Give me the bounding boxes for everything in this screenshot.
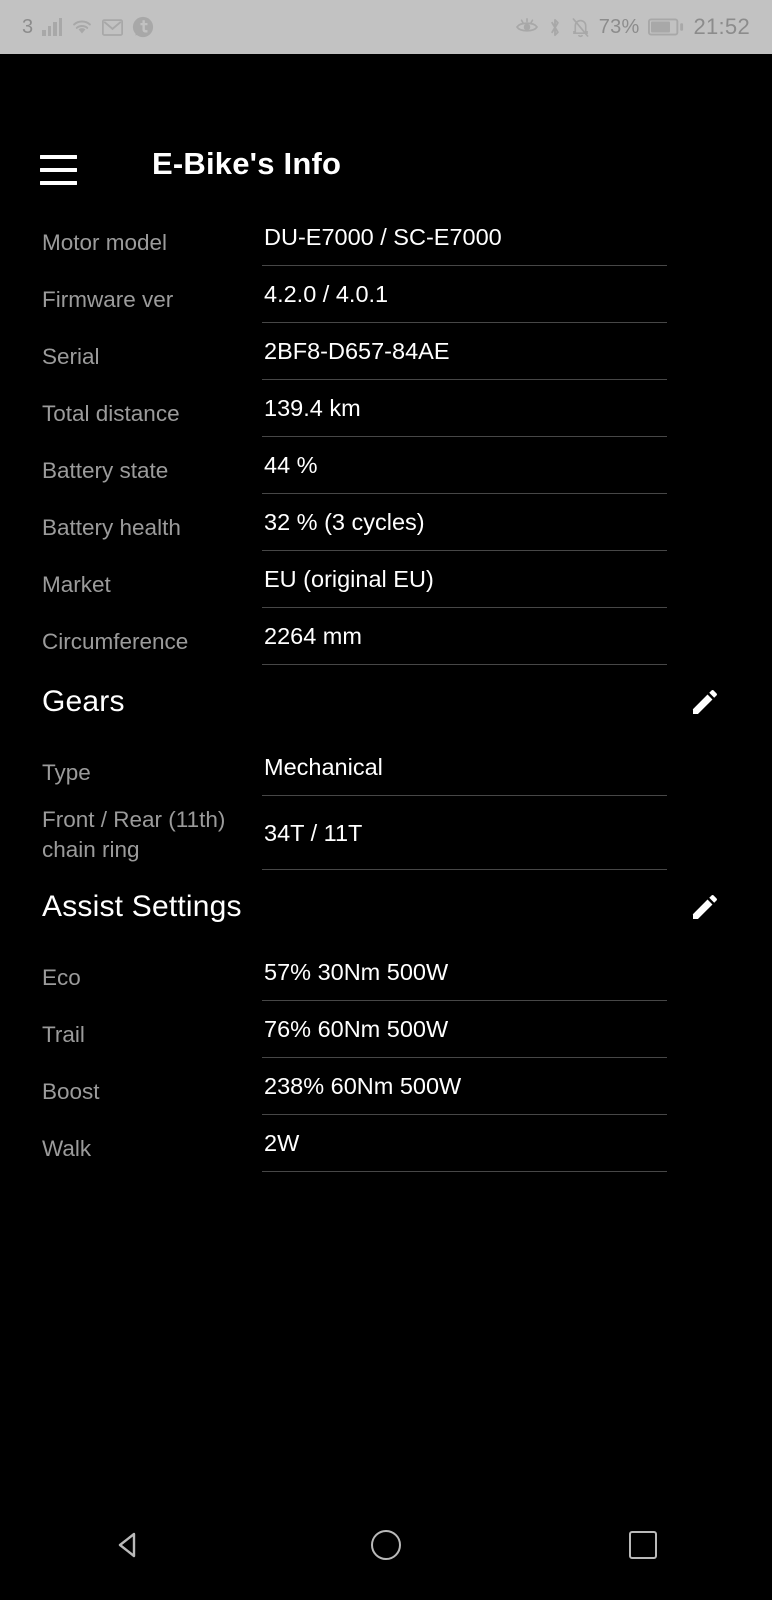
row-value-cell: DU-E7000 / SC-E7000: [262, 209, 667, 266]
row-label: Serial: [42, 344, 100, 369]
table-row: Battery state 44 %: [0, 437, 772, 494]
row-value-cell: 238% 60Nm 500W: [262, 1058, 667, 1115]
row-label: Trail: [42, 1022, 85, 1047]
row-value-cell: 44 %: [262, 437, 667, 494]
status-bar-left: 3: [22, 16, 154, 39]
row-value: EU (original EU): [264, 566, 434, 592]
row-label: Firmware ver: [42, 287, 174, 312]
pencil-edit-icon[interactable]: [688, 685, 722, 719]
section-header-gears: Gears: [0, 665, 772, 739]
home-nav-icon[interactable]: [341, 1500, 431, 1590]
section-title: Assist Settings: [42, 890, 242, 923]
row-value-cell: 57% 30Nm 500W: [262, 944, 667, 1001]
table-row: Eco 57% 30Nm 500W: [0, 944, 772, 1001]
gmail-icon: [102, 18, 124, 36]
row-value: 32 % (3 cycles): [264, 509, 425, 535]
table-row: Firmware ver 4.2.0 / 4.0.1: [0, 266, 772, 323]
row-value-cell: EU (original EU): [262, 551, 667, 608]
android-navigation-bar: [0, 1490, 772, 1600]
table-row: Walk 2W: [0, 1115, 772, 1172]
table-row: Front / Rear (11th) chain ring 34T / 11T: [0, 796, 772, 870]
row-value-cell: Mechanical: [262, 739, 667, 796]
table-row: Market EU (original EU): [0, 551, 772, 608]
back-nav-icon[interactable]: [84, 1500, 174, 1590]
section-title: Gears: [42, 685, 125, 718]
notifications-muted-icon: [571, 17, 590, 38]
recents-nav-icon[interactable]: [598, 1500, 688, 1590]
table-row: Total distance 139.4 km: [0, 380, 772, 437]
row-value: 4.2.0 / 4.0.1: [264, 281, 389, 307]
table-row: Battery health 32 % (3 cycles): [0, 494, 772, 551]
row-value: DU-E7000 / SC-E7000: [264, 224, 502, 250]
row-label: Circumference: [42, 629, 189, 654]
row-value-cell: 2264 mm: [262, 608, 667, 665]
clock: 21:52: [693, 14, 750, 39]
bluetooth-icon: [548, 17, 562, 38]
row-value: 139.4 km: [264, 395, 361, 421]
row-value-cell: 4.2.0 / 4.0.1: [262, 266, 667, 323]
row-label: Motor model: [42, 230, 168, 255]
row-value: 34T / 11T: [264, 819, 363, 846]
battery-icon: [648, 18, 684, 36]
row-label: Total distance: [42, 401, 180, 426]
phone-screen: 3 73% 21:52 E-Bike's Info Motor model DU…: [0, 0, 772, 1600]
row-label: Eco: [42, 965, 81, 990]
status-bar: 3 73% 21:52: [0, 0, 772, 54]
eye-comfort-icon: [515, 17, 539, 37]
table-row: Boost 238% 60Nm 500W: [0, 1058, 772, 1115]
row-label: Battery state: [42, 458, 169, 483]
info-content: Motor model DU-E7000 / SC-E7000 Firmware…: [0, 209, 772, 1172]
row-value-cell: 2W: [262, 1115, 667, 1172]
table-row: Motor model DU-E7000 / SC-E7000: [0, 209, 772, 266]
app-bar: E-Bike's Info: [0, 54, 772, 185]
row-value: 57% 30Nm 500W: [264, 959, 449, 985]
row-value: 2264 mm: [264, 623, 362, 649]
table-row: Serial 2BF8-D657-84AE: [0, 323, 772, 380]
row-value: 76% 60Nm 500W: [264, 1016, 449, 1042]
row-value: Mechanical: [264, 754, 383, 780]
row-label: Walk: [42, 1136, 92, 1161]
tumblr-icon: [132, 16, 154, 38]
status-bar-right: 73% 21:52: [515, 14, 750, 40]
row-value-cell: 139.4 km: [262, 380, 667, 437]
row-label: Type: [42, 760, 91, 785]
hamburger-menu-icon[interactable]: [40, 155, 77, 185]
row-label: Boost: [42, 1079, 100, 1104]
sim-indicator: 3: [22, 15, 34, 38]
row-value-cell: 34T / 11T: [262, 796, 667, 870]
row-value-cell: 2BF8-D657-84AE: [262, 323, 667, 380]
row-value: 2W: [264, 1130, 300, 1156]
wifi-icon: [71, 18, 93, 36]
row-label: Front / Rear (11th) chain ring: [42, 807, 226, 862]
section-header-assist-settings: Assist Settings: [0, 870, 772, 944]
row-value-cell: 32 % (3 cycles): [262, 494, 667, 551]
row-value: 44 %: [264, 452, 318, 478]
row-label: Market: [42, 572, 111, 597]
table-row: Circumference 2264 mm: [0, 608, 772, 665]
row-value: 2BF8-D657-84AE: [264, 338, 450, 364]
table-row: Type Mechanical: [0, 739, 772, 796]
row-value: 238% 60Nm 500W: [264, 1073, 462, 1099]
battery-percent-label: 73%: [598, 15, 640, 38]
table-row: Trail 76% 60Nm 500W: [0, 1001, 772, 1058]
signal-bars-icon: [42, 18, 63, 36]
pencil-edit-icon[interactable]: [688, 890, 722, 924]
row-label: Battery health: [42, 515, 181, 540]
page-title: E-Bike's Info: [152, 146, 342, 181]
row-value-cell: 76% 60Nm 500W: [262, 1001, 667, 1058]
